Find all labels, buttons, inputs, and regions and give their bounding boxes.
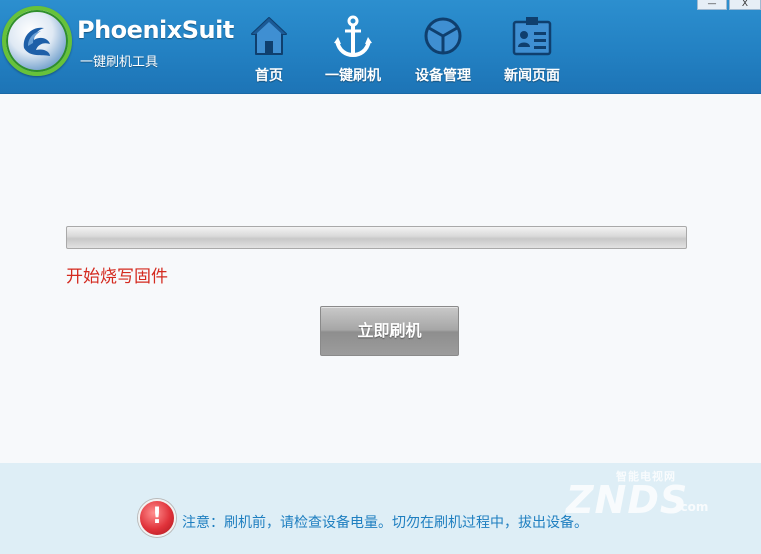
nav-flash-label: 一键刷机: [325, 68, 381, 84]
nav-flash[interactable]: 一键刷机: [313, 14, 393, 86]
nav-home-label: 首页: [255, 68, 283, 84]
anchor-icon: [334, 15, 372, 58]
flash-progress-bar: [66, 226, 687, 249]
device-cube-icon: [424, 17, 462, 55]
nav-device-label: 设备管理: [415, 68, 471, 84]
phoenix-logo-icon: [2, 6, 72, 76]
app-subtitle: 一键刷机工具: [80, 55, 159, 70]
nav-news[interactable]: 新闻页面: [492, 14, 572, 86]
close-button[interactable]: X: [729, 0, 761, 10]
warning-icon: !: [138, 499, 176, 537]
watermark-domain: .com: [676, 500, 709, 514]
home-icon: [251, 17, 287, 55]
flash-now-button[interactable]: 立即刷机: [320, 306, 459, 356]
app-header: PhoenixSuit 一键刷机工具 首页 一键刷机 设备管理 新闻页面 — X: [0, 0, 761, 94]
nav-device[interactable]: 设备管理: [403, 14, 483, 86]
footer-notice-text: 注意：刷机前，请检查设备电量。切勿在刷机过程中，拔出设备。: [182, 515, 588, 531]
nav-home[interactable]: 首页: [229, 14, 309, 86]
flash-status-text: 开始烧写固件: [66, 267, 168, 287]
news-badge-icon: [512, 17, 552, 56]
minimize-button[interactable]: —: [697, 0, 727, 10]
app-title: PhoenixSuit: [77, 16, 234, 44]
nav-news-label: 新闻页面: [504, 68, 560, 84]
